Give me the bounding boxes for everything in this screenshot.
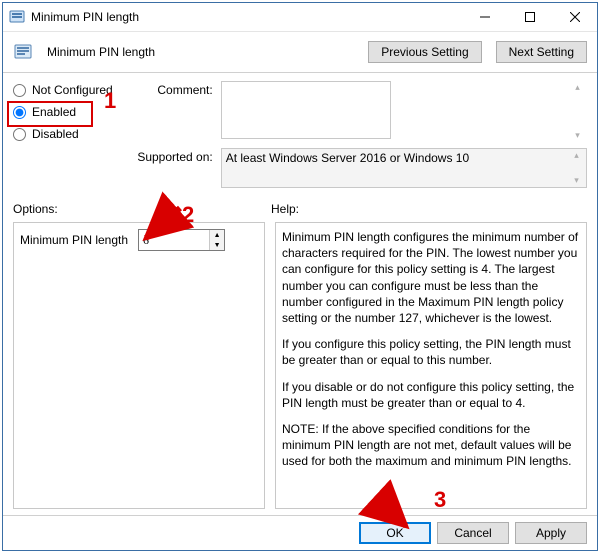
close-button[interactable]: [552, 3, 597, 31]
comment-row: Comment: ▴▾: [131, 81, 587, 142]
lower-section: Minimum PIN length ▲ ▼ Minimum PIN lengt…: [13, 222, 587, 509]
state-radio-enabled[interactable]: Enabled: [13, 105, 113, 119]
spinner-up-icon[interactable]: ▲: [210, 230, 224, 240]
next-setting-button[interactable]: Next Setting: [496, 41, 587, 63]
spinner-down-icon[interactable]: ▼: [210, 240, 224, 250]
app-icon: [9, 9, 25, 25]
top-section: Not Configured Enabled Disabled Comment:: [13, 81, 587, 188]
min-pin-length-input[interactable]: [139, 230, 209, 250]
cancel-button[interactable]: Cancel: [437, 522, 509, 544]
previous-setting-button[interactable]: Previous Setting: [368, 41, 481, 63]
policy-title: Minimum PIN length: [47, 45, 354, 59]
help-panel: Minimum PIN length configures the minimu…: [275, 222, 587, 509]
state-radios: Not Configured Enabled Disabled: [13, 81, 113, 188]
radio-enabled-label: Enabled: [32, 105, 76, 119]
min-pin-length-spinner[interactable]: ▲ ▼: [138, 229, 225, 251]
min-pin-length-label: Minimum PIN length: [20, 233, 128, 247]
help-p2: If you configure this policy setting, th…: [282, 336, 580, 368]
ok-button[interactable]: OK: [359, 522, 431, 544]
radio-disabled-label: Disabled: [32, 127, 79, 141]
radio-not-configured[interactable]: [13, 84, 26, 97]
help-p1: Minimum PIN length configures the minimu…: [282, 229, 580, 326]
radio-enabled[interactable]: [13, 106, 26, 119]
supported-label: Supported on:: [131, 148, 213, 188]
minimize-icon: [480, 12, 490, 22]
dialog-buttons: OK Cancel Apply: [3, 515, 597, 550]
policy-icon: [13, 42, 33, 62]
supported-text: At least Windows Server 2016 or Windows …: [226, 151, 469, 165]
spinner-buttons: ▲ ▼: [209, 230, 224, 250]
comment-textarea[interactable]: [221, 81, 391, 139]
state-radio-disabled[interactable]: Disabled: [13, 127, 113, 141]
mid-labels: Options: Help:: [13, 202, 587, 216]
maximize-icon: [525, 12, 535, 22]
radio-disabled[interactable]: [13, 128, 26, 141]
maximize-button[interactable]: [507, 3, 552, 31]
window-title: Minimum PIN length: [31, 10, 462, 24]
state-radio-not-configured[interactable]: Not Configured: [13, 83, 113, 97]
comment-scroll: ▴▾: [570, 83, 585, 140]
apply-button[interactable]: Apply: [515, 522, 587, 544]
help-p3: If you disable or do not configure this …: [282, 379, 580, 411]
options-heading: Options:: [13, 202, 271, 216]
header: Minimum PIN length Previous Setting Next…: [3, 32, 597, 73]
help-p4: NOTE: If the above specified conditions …: [282, 421, 580, 470]
titlebar: Minimum PIN length: [3, 3, 597, 32]
help-heading: Help:: [271, 202, 587, 216]
min-pin-length-row: Minimum PIN length ▲ ▼: [20, 229, 258, 251]
options-panel: Minimum PIN length ▲ ▼: [13, 222, 265, 509]
supported-scroll: ▴▾: [569, 151, 584, 185]
supported-row: Supported on: At least Windows Server 20…: [131, 148, 587, 188]
body: Not Configured Enabled Disabled Comment:: [3, 73, 597, 515]
policy-fields: Comment: ▴▾ Supported on: At least Windo…: [131, 81, 587, 188]
supported-box: At least Windows Server 2016 or Windows …: [221, 148, 587, 188]
minimize-button[interactable]: [462, 3, 507, 31]
comment-label: Comment:: [131, 81, 213, 142]
close-icon: [570, 12, 580, 22]
policy-editor-window: Minimum PIN length Minimum PIN length Pr…: [2, 2, 598, 551]
radio-not-configured-label: Not Configured: [32, 83, 113, 97]
